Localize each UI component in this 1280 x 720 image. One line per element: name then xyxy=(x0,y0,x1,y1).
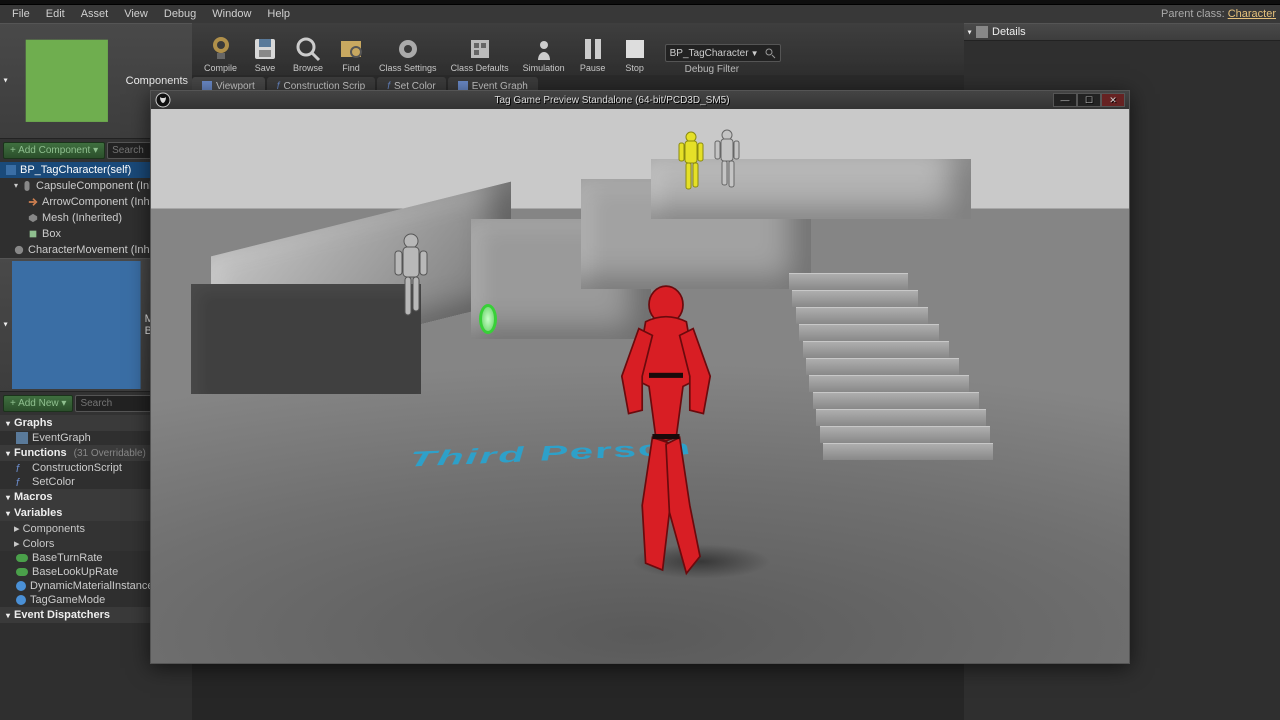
object-pill-icon xyxy=(16,595,26,605)
menu-help[interactable]: Help xyxy=(259,6,298,22)
float-pill-icon xyxy=(16,568,28,576)
stairs xyxy=(789,273,959,473)
grey-ai-character xyxy=(705,127,749,197)
find-button[interactable]: Find xyxy=(331,33,371,75)
game-preview-window[interactable]: Tag Game Preview Standalone (64-bit/PCD3… xyxy=(150,90,1130,664)
pause-button[interactable]: Pause xyxy=(573,33,613,75)
mesh-icon xyxy=(28,213,38,223)
details-panel-header[interactable]: Details xyxy=(964,23,1280,41)
debug-filter-select[interactable]: BP_TagCharacter▼ xyxy=(665,44,782,62)
box-icon xyxy=(28,229,38,239)
pickup-capsule xyxy=(479,304,497,334)
simulation-button[interactable]: Simulation xyxy=(517,33,571,75)
save-button[interactable]: Save xyxy=(245,33,285,75)
blueprint-panel-icon xyxy=(12,261,141,390)
game-window-titlebar[interactable]: Tag Game Preview Standalone (64-bit/PCD3… xyxy=(151,91,1129,109)
function-icon: f xyxy=(16,462,28,474)
pause-icon xyxy=(582,36,604,62)
class-defaults-button[interactable]: Class Defaults xyxy=(445,33,515,75)
window-maximize-button[interactable]: ☐ xyxy=(1077,93,1101,107)
functions-override-count: (31 Overridable) xyxy=(74,448,146,459)
parent-class-link[interactable]: Character xyxy=(1228,8,1276,20)
save-icon xyxy=(252,36,278,62)
add-new-button[interactable]: + Add New ▾ xyxy=(3,395,73,412)
graph-icon xyxy=(16,432,28,444)
capsule-icon xyxy=(22,181,32,191)
compile-icon xyxy=(207,35,235,63)
window-minimize-button[interactable]: — xyxy=(1053,93,1077,107)
stop-button[interactable]: Stop xyxy=(615,33,655,75)
stop-icon xyxy=(624,38,646,60)
menu-bar: File Edit Asset View Debug Window Help P… xyxy=(0,5,1280,23)
red-player-character xyxy=(581,279,751,589)
game-window-title: Tag Game Preview Standalone (64-bit/PCD3… xyxy=(175,95,1049,106)
main-toolbar: Compile Save Browse Find Class Settings … xyxy=(192,23,964,75)
game-viewport[interactable]: Third Person xyxy=(151,109,1129,663)
arrow-icon xyxy=(28,197,38,207)
movement-icon xyxy=(14,245,24,255)
function-icon: f xyxy=(16,476,28,488)
add-component-button[interactable]: + Add Component ▾ xyxy=(3,142,105,159)
menu-window[interactable]: Window xyxy=(204,6,259,22)
float-pill-icon xyxy=(16,554,28,562)
grey-ai-character xyxy=(381,229,441,329)
class-settings-button[interactable]: Class Settings xyxy=(373,33,443,75)
search-icon xyxy=(764,47,776,59)
menu-asset[interactable]: Asset xyxy=(73,6,117,22)
menu-view[interactable]: View xyxy=(116,6,156,22)
components-icon xyxy=(12,26,122,136)
svg-text:f: f xyxy=(16,463,20,474)
browse-icon xyxy=(295,36,321,62)
browse-button[interactable]: Browse xyxy=(287,33,329,75)
menu-edit[interactable]: Edit xyxy=(38,6,73,22)
find-icon xyxy=(338,36,364,62)
gear-icon xyxy=(395,36,421,62)
svg-text:f: f xyxy=(16,477,20,488)
menu-file[interactable]: File xyxy=(4,6,38,22)
parent-class-label: Parent class: Character xyxy=(1161,8,1276,20)
object-pill-icon xyxy=(16,581,26,591)
blueprint-icon xyxy=(6,165,16,175)
simulation-icon xyxy=(531,36,557,62)
defaults-icon xyxy=(467,36,493,62)
menu-debug[interactable]: Debug xyxy=(156,6,204,22)
debug-filter-label: Debug Filter xyxy=(685,64,739,75)
unreal-logo-icon xyxy=(155,92,171,108)
details-icon xyxy=(976,26,988,38)
compile-button[interactable]: Compile xyxy=(198,33,243,75)
window-close-button[interactable]: ✕ xyxy=(1101,93,1125,107)
